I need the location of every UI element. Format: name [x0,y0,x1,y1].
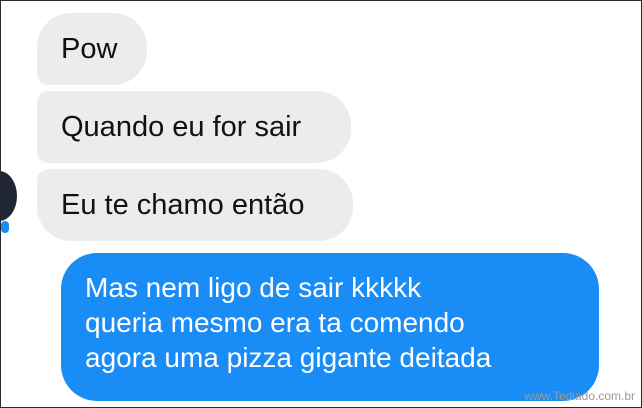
message-text: Eu te chamo então [61,189,305,221]
site-watermark: www.Tediado.com.br [524,389,635,403]
incoming-message-bubble[interactable]: Eu te chamo então [37,169,353,241]
message-line: queria mesmo era ta comendo [85,307,465,338]
message-line: Mas nem ligo de sair kkkkk [85,272,422,303]
avatar-status-indicator [1,221,9,233]
message-line: agora uma pizza gigante deitada [85,342,492,373]
message-text: Pow [61,33,118,65]
contact-avatar-icon[interactable] [0,171,17,221]
message-text: Quando eu for sair [61,111,302,143]
incoming-message-bubble[interactable]: Quando eu for sair [37,91,351,163]
incoming-message-bubble[interactable]: Pow [37,13,147,85]
chat-screenshot: Pow Quando eu for sair Eu te chamo então… [0,0,642,408]
outgoing-message-bubble[interactable]: Mas nem ligo de sair kkkkk queria mesmo … [61,253,599,401]
